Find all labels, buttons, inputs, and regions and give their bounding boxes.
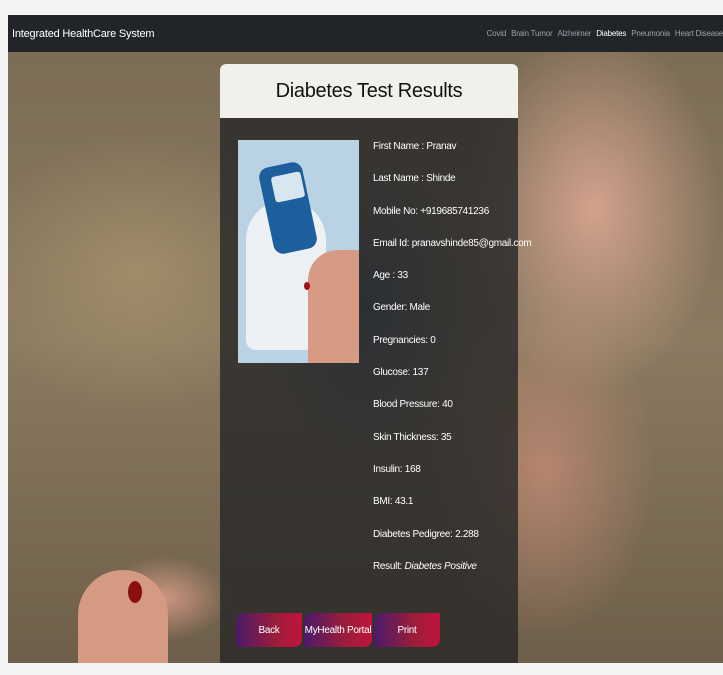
glucose-meter-photo: [238, 140, 359, 363]
field-value: +919685741236: [420, 205, 489, 217]
field-pregnancies: Pregnancies: 0: [373, 335, 513, 367]
field-value: 2.288: [455, 528, 479, 540]
field-label: Pregnancies:: [373, 334, 431, 346]
field-result: Result: Diabetes Positive: [373, 561, 513, 593]
myhealth-portal-button[interactable]: MyHealth Portal: [304, 613, 372, 647]
field-skin-thickness: Skin Thickness: 35: [373, 432, 513, 464]
nav-link-covid[interactable]: Covid: [487, 29, 507, 38]
field-label: Email Id:: [373, 237, 412, 249]
field-value: 168: [404, 463, 421, 475]
field-value: 0: [430, 334, 436, 346]
nav-link-diabetes[interactable]: Diabetes: [596, 29, 626, 38]
field-last-name: Last Name : Shinde: [373, 173, 513, 205]
field-value: Shinde: [426, 173, 456, 185]
nav-link-brain-tumor[interactable]: Brain Tumor: [511, 29, 553, 38]
background-finger: [78, 570, 168, 663]
field-label: Mobile No:: [373, 205, 421, 217]
field-label: Blood Pressure:: [373, 399, 443, 411]
nav-link-alzheimer[interactable]: Alzheimer: [557, 29, 591, 38]
patient-details: First Name : Pranav Last Name : Shinde M…: [373, 141, 532, 593]
field-value: 33: [397, 270, 408, 282]
print-button[interactable]: Print: [374, 613, 440, 647]
nav-links: Covid Brain Tumor Alzheimer Diabetes Pne…: [487, 15, 723, 52]
field-mobile: Mobile No: +919685741236: [373, 206, 513, 238]
page-title: Diabetes Test Results: [275, 79, 463, 102]
field-value: Pranav: [426, 141, 457, 152]
field-label: Age :: [373, 270, 398, 282]
field-label: Last Name :: [373, 173, 427, 185]
field-first-name: First Name : Pranav: [373, 141, 513, 173]
field-label: First Name :: [373, 141, 427, 152]
field-diabetes-pedigree: Diabetes Pedigree: 2.288: [373, 529, 513, 561]
field-label: Gender:: [373, 302, 410, 314]
app-frame: Integrated HealthCare System Covid Brain…: [8, 15, 723, 663]
navbar: Integrated HealthCare System Covid Brain…: [8, 15, 723, 52]
action-buttons: Back MyHealth Portal Print: [236, 613, 440, 647]
field-gender: Gender: Male: [373, 302, 513, 334]
field-value: 43.1: [394, 496, 414, 508]
field-label: Glucose:: [373, 367, 413, 379]
result-value: Diabetes Positive: [404, 560, 477, 572]
field-value: 35: [440, 431, 452, 443]
field-value: pranavshinde85@gmail.com: [411, 237, 532, 249]
field-label: Insulin:: [373, 463, 405, 475]
background-blood-drop: [128, 581, 142, 603]
field-value: 40: [442, 399, 453, 411]
photo-hand: [308, 250, 359, 363]
field-email: Email Id: pranavshinde85@gmail.com: [373, 237, 532, 270]
field-glucose: Glucose: 137: [373, 367, 513, 399]
field-value: Male: [409, 302, 431, 314]
field-label: Skin Thickness:: [373, 431, 441, 443]
navbar-brand[interactable]: Integrated HealthCare System: [12, 28, 155, 40]
nav-link-heart-disease[interactable]: Heart Disease: [675, 29, 723, 38]
field-insulin: Insulin: 168: [373, 464, 513, 496]
photo-blood-drop: [304, 282, 310, 290]
field-label: Diabetes Pedigree:: [373, 528, 456, 540]
field-blood-pressure: Blood Pressure: 40: [373, 399, 513, 431]
field-age: Age : 33: [373, 270, 513, 302]
back-button[interactable]: Back: [236, 613, 302, 647]
results-card: Diabetes Test Results First Name : Prana…: [220, 64, 532, 663]
nav-link-pneumonia[interactable]: Pneumonia: [631, 29, 670, 38]
card-header: Diabetes Test Results: [220, 64, 518, 118]
field-label: BMI:: [373, 496, 395, 508]
field-bmi: BMI: 43.1: [373, 496, 513, 528]
field-label: Result:: [373, 560, 405, 572]
field-value: 137: [412, 367, 429, 379]
